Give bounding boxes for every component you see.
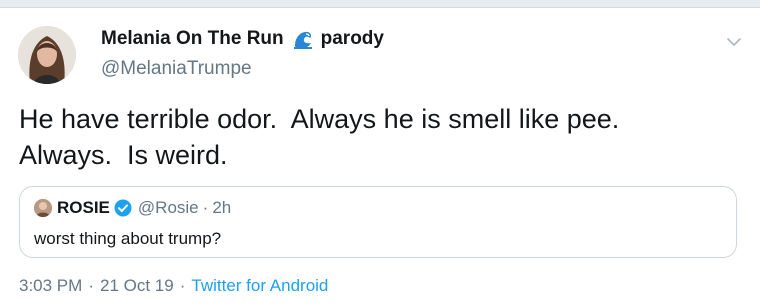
author-name-suffix: parody (320, 28, 384, 49)
quoted-tweet-header: ROSIE @Rosie · 2h (34, 198, 231, 218)
verified-badge-icon (114, 199, 132, 217)
quoted-author-avatar (34, 199, 52, 217)
author-display-name[interactable]: Melania On The Run (101, 28, 284, 50)
quoted-separator: · (202, 198, 209, 217)
tweet-text-line: He have terrible odor. Always he is smel… (19, 104, 620, 134)
meta-separator: · (88, 276, 94, 295)
wave-emoji-icon (292, 28, 314, 50)
tweet-text-line: Always. Is weird. (19, 140, 228, 170)
tweet-time[interactable]: 3:03 PM (19, 276, 82, 296)
tweet-date[interactable]: 21 Oct 19 (100, 276, 174, 296)
chevron-down-icon[interactable] (727, 37, 741, 47)
author-handle[interactable]: @MelaniaTrumpe (101, 58, 252, 80)
tweet-source-link[interactable]: Twitter for Android (191, 276, 328, 296)
meta-separator: · (179, 276, 186, 295)
tweet-meta: 3:03 PM · 21 Oct 19 · Twitter for Androi… (19, 276, 328, 296)
author-avatar[interactable] (18, 26, 76, 84)
author-avatar-image (18, 26, 76, 84)
quoted-author-handle: @Rosie (137, 198, 199, 217)
author-name-row: Melania On The Run parody (101, 28, 384, 50)
quoted-tweet-text: worst thing about trump? (34, 229, 222, 248)
quoted-tweet[interactable]: ROSIE @Rosie · 2h worst thing about trum… (19, 186, 737, 258)
top-divider (0, 0, 760, 8)
quoted-author-name: ROSIE (57, 198, 110, 217)
tweet-text: He have terrible odor. Always he is smel… (19, 101, 739, 173)
quoted-timestamp: 2h (212, 198, 232, 217)
